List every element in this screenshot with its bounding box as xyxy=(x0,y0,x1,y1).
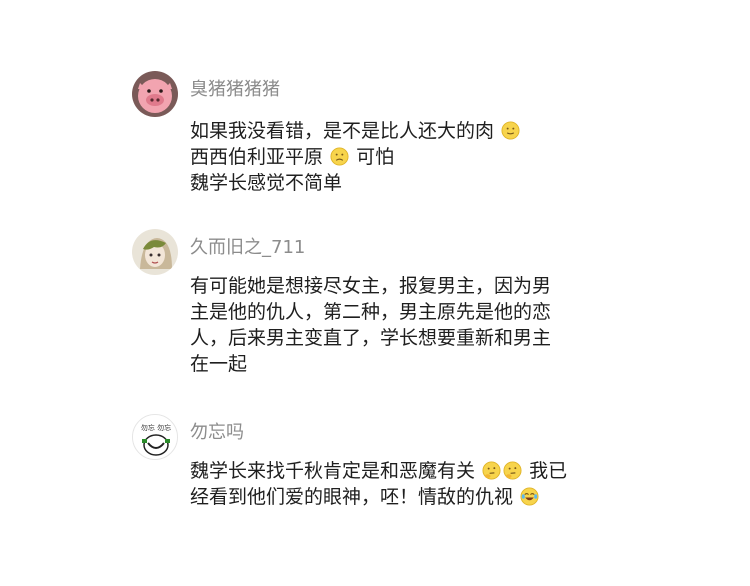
comment-line: 魏学长感觉不简单 xyxy=(190,172,343,194)
avatar-text: 勿忘 勿忘 xyxy=(141,423,171,432)
comment-text: 有可能她是想接尽女主，报复男主，因为男 主是他的仇人，第二种，男主原先是他的恋 … xyxy=(190,273,590,377)
comment-line: 有可能她是想接尽女主，报复男主，因为男 xyxy=(190,275,552,297)
avatar[interactable] xyxy=(132,71,178,117)
comment-line: 西西伯利亚平原 可怕 xyxy=(190,146,395,168)
comment-text: 魏学长来找千秋肯定是和恶魔有关 我已 经看到他们爱的眼神，呸！情敌的仇视 xyxy=(190,458,590,510)
pig-avatar-icon xyxy=(132,71,178,117)
comment-line: 在一起 xyxy=(190,353,248,375)
comment-line: 经看到他们爱的眼神，呸！情敌的仇视 xyxy=(190,484,590,510)
comment-line: 魏学长来找千秋肯定是和恶魔有关 我已 xyxy=(190,460,568,482)
thinking-emoji-icon xyxy=(482,461,501,480)
username[interactable]: 臭猪猪猪猪 xyxy=(190,75,280,101)
avatar[interactable]: 勿忘 勿忘 xyxy=(132,414,178,460)
meme-face-avatar-icon: 勿忘 勿忘 xyxy=(133,415,177,459)
avatar[interactable] xyxy=(132,229,178,275)
comment-line: 主是他的仇人，第二种，男主原先是他的恋 xyxy=(190,301,552,323)
worried-emoji-icon xyxy=(330,147,349,166)
thinking-emoji-icon xyxy=(503,461,522,480)
comment-text: 如果我没看错，是不是比人还大的肉 西西伯利亚平原 可怕 魏学长感觉不简单 xyxy=(190,118,590,196)
comment-line: 人，后来男主变直了，学长想要重新和男主 xyxy=(190,327,552,349)
tears-of-joy-emoji-icon xyxy=(520,487,539,506)
username[interactable]: 久而旧之_711 xyxy=(190,233,305,259)
slight-smile-emoji-icon xyxy=(501,121,520,140)
anime-avatar-icon xyxy=(132,229,178,275)
comment-line: 如果我没看错，是不是比人还大的肉 xyxy=(190,118,590,144)
username[interactable]: 勿忘吗 xyxy=(190,418,244,444)
